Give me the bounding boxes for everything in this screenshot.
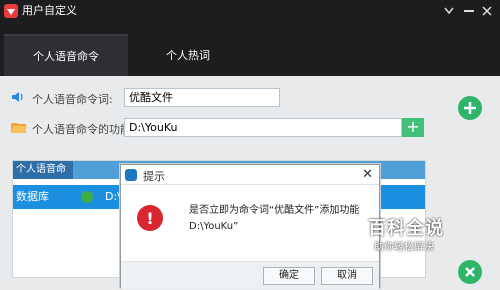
tab-voice-commands[interactable]: 个人语音命令 — [4, 34, 128, 76]
add-function-button[interactable]: + — [402, 118, 424, 137]
tab-label: 个人语音命令 — [33, 50, 99, 63]
dialog-header: 提示 ✕ — [121, 165, 379, 185]
dialog-message-line2: D:\YouKu” — [189, 221, 239, 232]
chevron-down-icon[interactable] — [440, 2, 458, 20]
delete-command-button[interactable] — [458, 260, 482, 284]
error-icon: ! — [137, 205, 163, 231]
app-icon — [81, 191, 93, 203]
function-input[interactable]: D:\YouKu — [124, 118, 402, 137]
window-title: 用户自定义 — [22, 4, 77, 17]
command-label: 个人语音命令词: — [32, 93, 113, 106]
dialog-message-line1: 是否立即为命令词“优酷文件”添加功能 — [189, 205, 360, 216]
row-path: D:\ — [105, 190, 121, 203]
row-name: 数据库 — [16, 190, 49, 203]
ok-button[interactable]: 确定 — [263, 267, 315, 285]
speaker-icon — [11, 90, 25, 104]
dialog-message: 是否立即为命令词“优酷文件”添加功能 D:\YouKu” — [189, 203, 369, 235]
close-icon[interactable]: ✕ — [362, 167, 373, 182]
close-icon[interactable] — [478, 2, 496, 20]
dialog-title: 提示 — [143, 170, 165, 183]
watermark-subtext: 助你轻松解决 — [374, 242, 434, 253]
tab-label: 个人热词 — [166, 49, 210, 62]
tab-hot-words[interactable]: 个人热词 — [126, 34, 250, 76]
cancel-button[interactable]: 取消 — [321, 267, 373, 285]
title-bar: 用户自定义 个人语音命令 个人热词 — [0, 0, 500, 76]
confirm-dialog: 提示 ✕ ! 是否立即为命令词“优酷文件”添加功能 D:\YouKu” 确定 取… — [120, 164, 380, 289]
watermark: 百科全说 助你轻松解决 — [360, 214, 490, 258]
app-logo-icon — [4, 4, 18, 18]
command-input[interactable]: 优酷文件 — [124, 88, 280, 107]
folder-icon — [11, 121, 27, 133]
dialog-app-icon — [125, 169, 137, 181]
watermark-text: 百科全说 — [368, 218, 444, 239]
minimize-icon[interactable] — [460, 2, 478, 20]
add-command-button[interactable] — [458, 96, 482, 120]
table-header-cell: 个人语音命令 — [13, 161, 73, 193]
dialog-footer: 确定 取消 — [121, 261, 379, 289]
function-label: 个人语音命令的功能: — [32, 123, 135, 136]
